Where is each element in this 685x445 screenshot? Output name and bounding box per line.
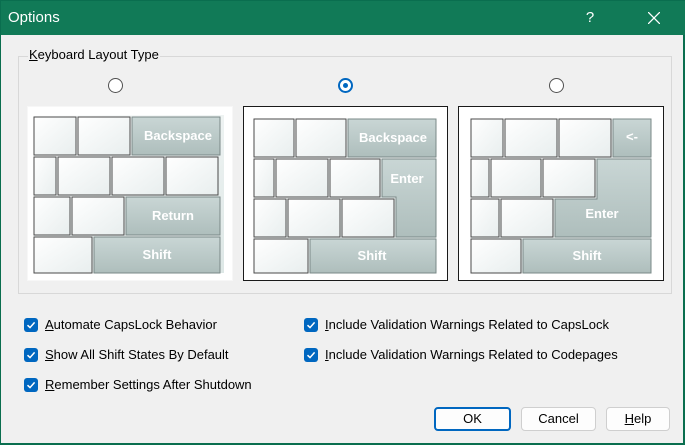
window-title: Options <box>8 9 60 26</box>
checkbox-label: Remember Settings After Shutdown <box>45 377 252 392</box>
close-icon[interactable] <box>637 5 671 31</box>
checkbox-label: Show All Shift States By Default <box>45 347 229 362</box>
key-return: Return <box>152 208 194 223</box>
keyboard-layout-group-label: Keyboard Layout Type <box>28 47 160 62</box>
help-button[interactable]: Help <box>606 407 670 431</box>
layout-radio-2[interactable] <box>338 78 353 93</box>
title-bar: Options ? <box>1 1 685 35</box>
key-enter: Enter <box>585 206 618 221</box>
checkbox-checked-icon[interactable] <box>24 348 38 362</box>
key-backspace-arrow: <- <box>626 129 638 144</box>
checkbox-checked-icon[interactable] <box>304 318 318 332</box>
options-dialog: Options ? Keyboard Layout Type Backspace… <box>0 0 685 444</box>
checkbox-checked-icon[interactable] <box>24 378 38 392</box>
keyboard-layout-image-3[interactable]: <- Enter Shift <box>458 106 664 281</box>
key-backspace: Backspace <box>144 128 212 143</box>
key-enter: Enter <box>390 171 423 186</box>
key-shift: Shift <box>573 248 603 263</box>
keyboard-layout-image-1[interactable]: Backspace Return Shift <box>27 106 233 281</box>
help-icon[interactable]: ? <box>579 5 601 31</box>
layout-radio-3[interactable] <box>549 78 564 93</box>
ok-button[interactable]: OK <box>434 407 511 431</box>
key-backspace: Backspace <box>359 130 427 145</box>
keyboard-layout-image-2[interactable]: Backspace Enter Shift <box>243 106 448 281</box>
key-shift: Shift <box>358 248 388 263</box>
cancel-button[interactable]: Cancel <box>521 407 596 431</box>
key-shift: Shift <box>143 247 173 262</box>
checkbox-label: Include Validation Warnings Related to C… <box>325 347 618 362</box>
layout-radio-1[interactable] <box>108 78 123 93</box>
checkbox-label: Include Validation Warnings Related to C… <box>325 317 610 332</box>
checkbox-checked-icon[interactable] <box>24 318 38 332</box>
checkbox-checked-icon[interactable] <box>304 348 318 362</box>
checkbox-label: Automate CapsLock Behavior <box>45 317 217 332</box>
